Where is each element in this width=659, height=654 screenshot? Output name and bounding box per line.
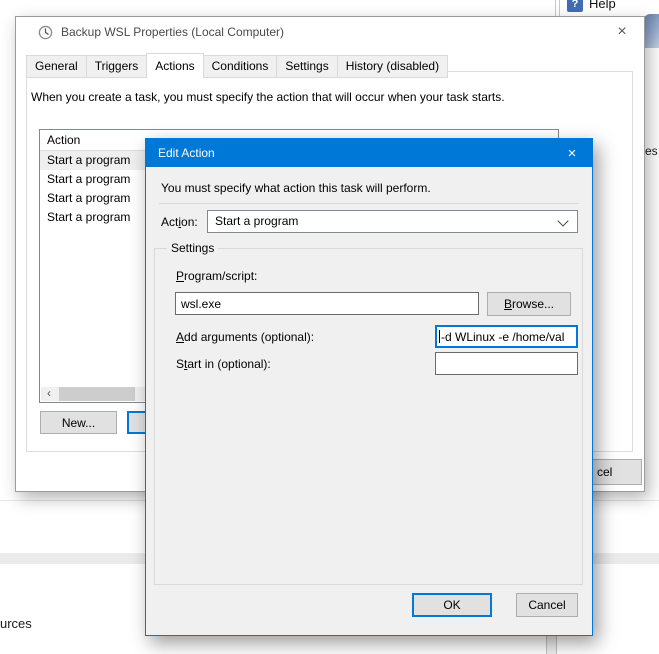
browse-button[interactable]: Browse... (487, 292, 571, 316)
dialog-instruction: You must specify what action this task w… (161, 181, 581, 195)
add-arguments-label: Add arguments (optional): (176, 330, 314, 344)
scroll-left-icon[interactable]: ‹ (41, 387, 57, 401)
action-label: Action: (161, 215, 198, 229)
settings-groupbox-label: Settings (167, 241, 218, 255)
cancel-button-fragment-label: cel (597, 465, 612, 479)
ok-button[interactable]: OK (412, 593, 492, 617)
toolbar-separator (555, 0, 556, 16)
tab-triggers[interactable]: Triggers (86, 55, 148, 78)
action-type-value: Start a program (215, 214, 298, 228)
divider (159, 203, 579, 204)
tab-strip: General Triggers Actions Conditions Sett… (26, 53, 447, 78)
action-type-select[interactable]: Start a program (207, 210, 578, 233)
background-window-graphic (644, 14, 659, 48)
tab-settings[interactable]: Settings (276, 55, 337, 78)
tab-actions[interactable]: Actions (146, 53, 203, 79)
help-menu-label[interactable]: Help (589, 0, 616, 11)
cancel-button[interactable]: Cancel (516, 593, 578, 617)
tab-history[interactable]: History (disabled) (337, 55, 448, 78)
help-icon[interactable]: ? (567, 0, 583, 12)
toolbar-separator (559, 0, 560, 16)
program-script-label: Program/script: (176, 269, 257, 283)
chevron-down-icon (557, 215, 568, 226)
start-in-input[interactable] (435, 352, 578, 375)
dialog-titlebar[interactable]: Edit Action (146, 139, 592, 167)
background-pane-text-fragment: es (645, 144, 658, 158)
new-button[interactable]: New... (40, 411, 117, 434)
background-scrollbar-fragment[interactable] (546, 634, 557, 654)
task-scheduler-clock-icon (38, 25, 53, 40)
program-script-input[interactable]: wsl.exe (175, 292, 479, 315)
text-caret (439, 330, 440, 343)
actions-tab-description: When you create a task, you must specify… (31, 90, 626, 104)
edit-action-dialog: Edit Action × You must specify what acti… (145, 138, 593, 636)
properties-titlebar[interactable]: Backup WSL Properties (Local Computer) (16, 17, 644, 47)
add-arguments-value: -d WLinux -e /home/val (441, 330, 564, 344)
add-arguments-input[interactable]: -d WLinux -e /home/val (435, 325, 578, 348)
dialog-title: Edit Action (158, 146, 215, 160)
settings-groupbox: Settings Program/script: wsl.exe Browse.… (154, 248, 583, 585)
window-title: Backup WSL Properties (Local Computer) (61, 25, 284, 39)
program-script-value: wsl.exe (181, 297, 221, 311)
tab-general[interactable]: General (26, 55, 87, 78)
tab-conditions[interactable]: Conditions (203, 55, 278, 78)
screen: ? Help es urces Backup WSL Properties (L… (0, 0, 659, 654)
start-in-label: Start in (optional): (176, 357, 271, 371)
cancel-button-partial[interactable]: cel (592, 459, 642, 485)
close-icon[interactable]: × (600, 17, 644, 47)
close-icon[interactable]: × (552, 139, 592, 167)
background-resources-text-fragment: urces (0, 616, 32, 631)
scrollbar-thumb[interactable] (59, 387, 135, 401)
